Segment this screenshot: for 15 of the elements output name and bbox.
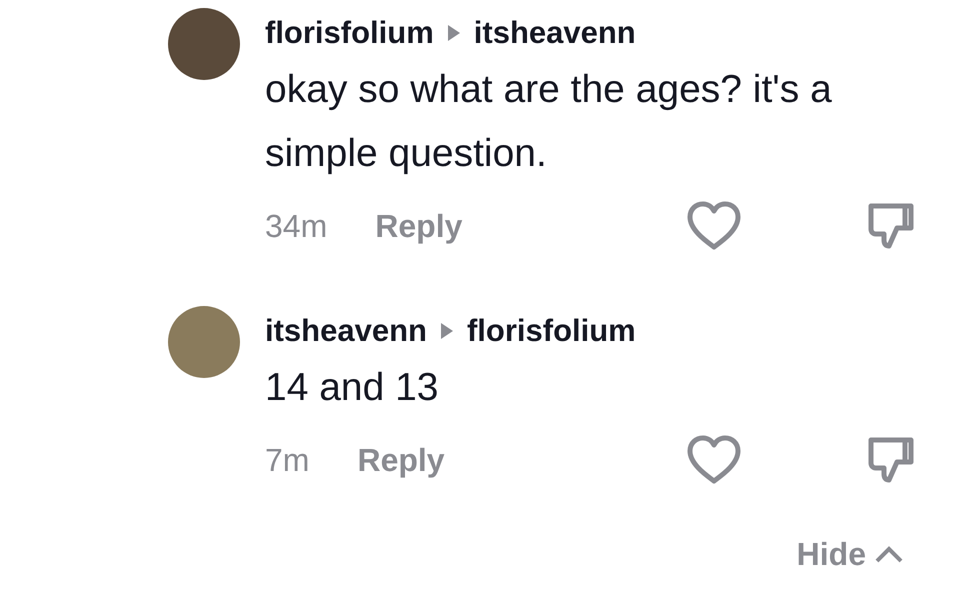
triangle-icon: [448, 25, 460, 41]
thumbs-down-icon[interactable]: [867, 202, 915, 250]
username[interactable]: itsheavenn: [265, 308, 427, 354]
triangle-icon: [440, 323, 453, 339]
heart-icon[interactable]: [687, 201, 741, 251]
timestamp: 34m: [265, 207, 328, 246]
heart-icon[interactable]: [687, 435, 741, 485]
reply-to-username[interactable]: itsheavenn: [474, 10, 636, 56]
thumbs-down-icon[interactable]: [867, 436, 915, 484]
timestamp: 7m: [265, 441, 310, 480]
comment-text: okay so what are the ages? it's a simple question.: [265, 67, 833, 177]
username[interactable]: florisfolium: [265, 10, 434, 56]
reply-to-username[interactable]: florisfolium: [466, 308, 636, 354]
chevron-up-icon: [874, 545, 904, 563]
comment-text: 14 and 13: [265, 365, 440, 411]
